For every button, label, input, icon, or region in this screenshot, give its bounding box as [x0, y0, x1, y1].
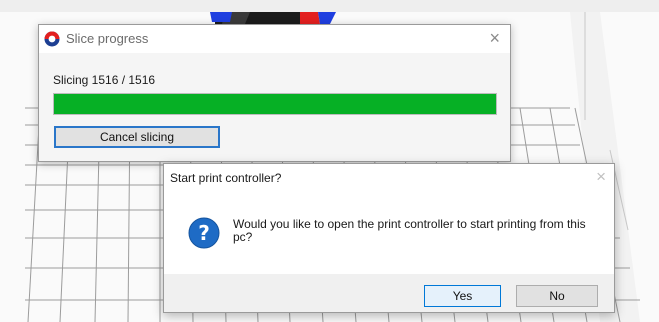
slicing-status-text: Slicing 1516 / 1516	[53, 73, 156, 87]
svg-text:?: ?	[198, 221, 210, 245]
start-print-controller-dialog: Start print controller? × ? Would you li…	[163, 163, 615, 313]
slicing-progress-bar	[53, 93, 497, 115]
print-dialog-title: Start print controller?	[170, 171, 282, 185]
cancel-slicing-button[interactable]: Cancel slicing	[54, 126, 220, 148]
no-button[interactable]: No	[516, 285, 598, 307]
close-icon[interactable]: ×	[596, 168, 606, 186]
close-icon[interactable]: ×	[489, 29, 500, 47]
slice-progress-window: Slice progress × Slicing 1516 / 1516 Can…	[38, 24, 511, 162]
print-dialog-body: ? Would you like to open the print contr…	[164, 192, 614, 274]
print-dialog-titlebar[interactable]: Start print controller? ×	[164, 164, 614, 192]
app-window: Slice progress × Slicing 1516 / 1516 Can…	[0, 0, 659, 322]
yes-button[interactable]: Yes	[424, 285, 501, 307]
3d-model[interactable]	[210, 12, 336, 24]
slicing-progress-fill	[54, 94, 496, 114]
slice-progress-title: Slice progress	[66, 31, 149, 46]
question-icon: ?	[188, 217, 220, 249]
app-logo-icon	[44, 31, 60, 47]
slice-progress-titlebar[interactable]: Slice progress ×	[39, 25, 510, 53]
print-dialog-message: Would you like to open the print control…	[233, 217, 586, 244]
